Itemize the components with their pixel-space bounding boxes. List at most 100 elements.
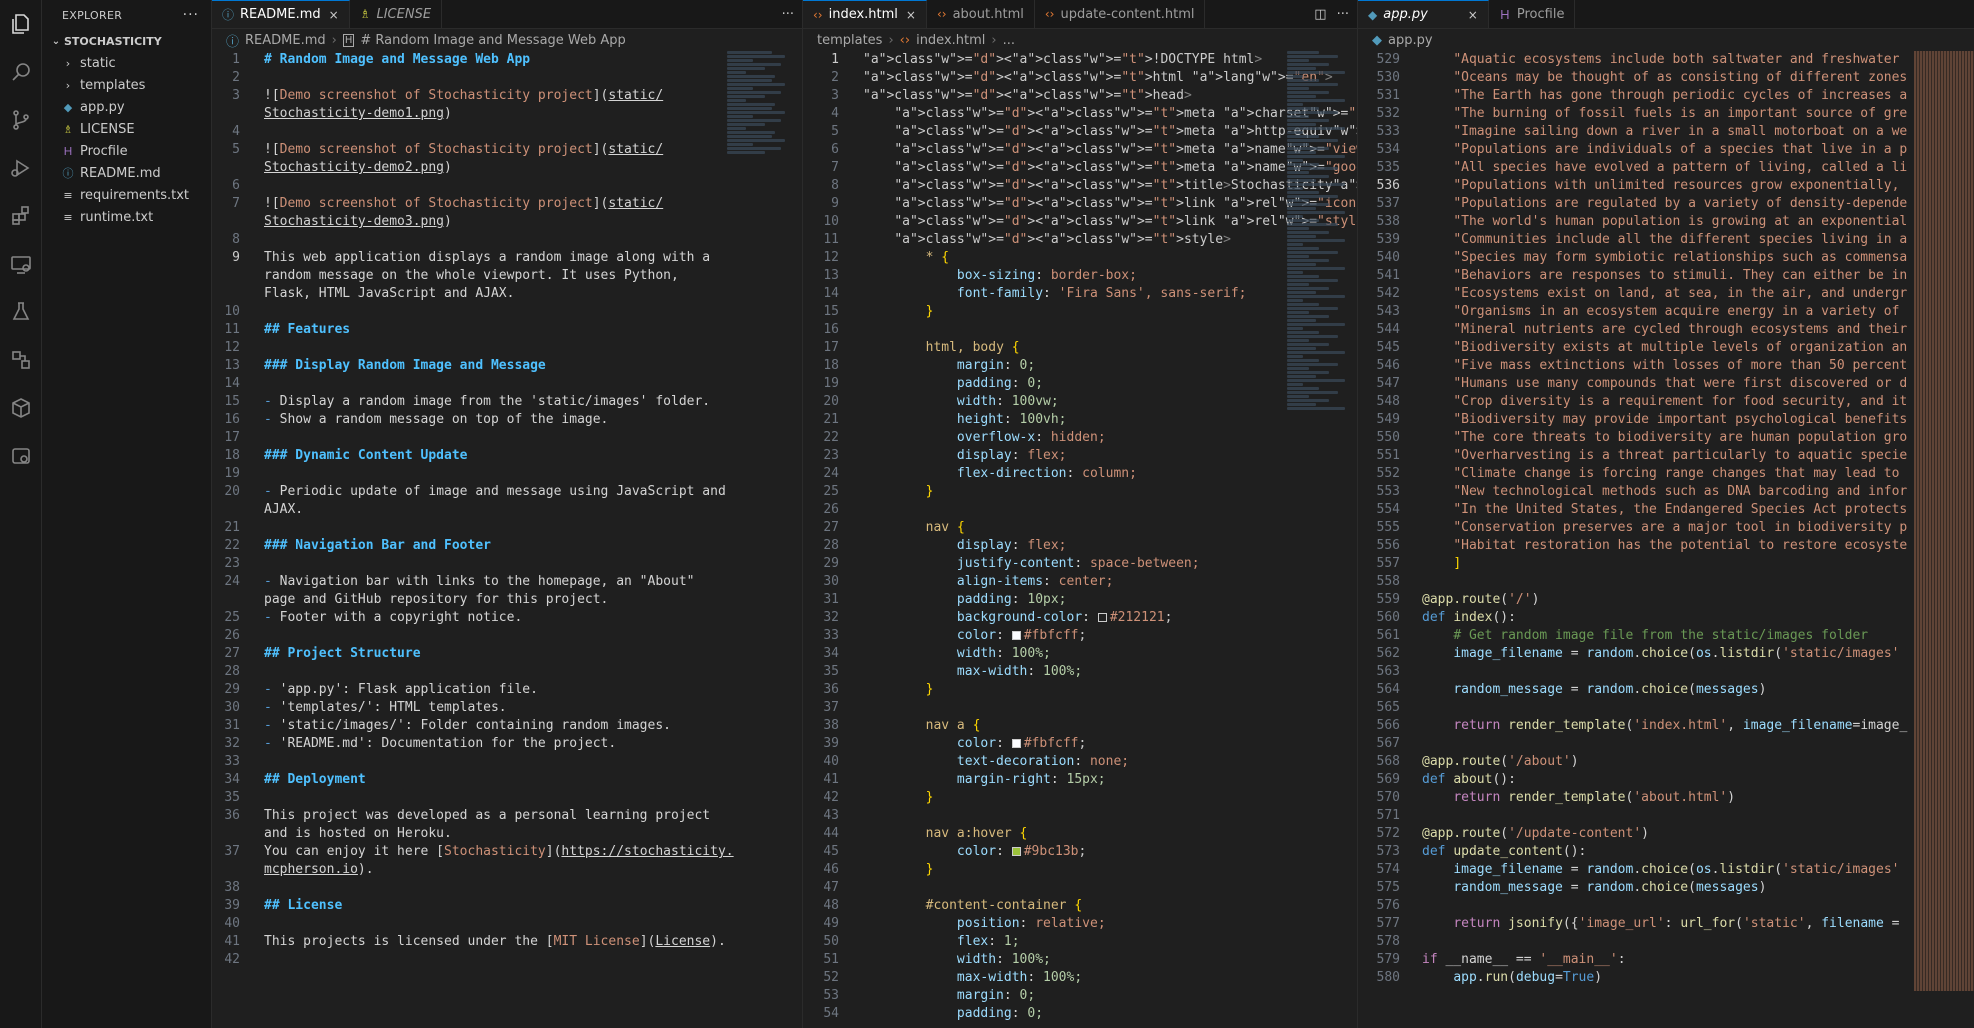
line-number: 50 [823, 934, 839, 949]
minimap-line [1287, 291, 1316, 294]
minimap[interactable] [1914, 51, 1974, 991]
line-number: 7 [831, 160, 839, 175]
color-swatch[interactable] [1011, 847, 1021, 856]
close-icon[interactable]: × [329, 8, 339, 22]
line-number: 7 [232, 196, 240, 211]
tab-license[interactable]: ♗ LICENSE [350, 0, 443, 28]
minimap-line [1287, 379, 1345, 382]
close-icon[interactable]: × [906, 8, 916, 22]
line-number: 37 [224, 844, 240, 859]
line-number: 553 [1376, 484, 1400, 499]
remote-explorer-icon[interactable] [0, 240, 42, 288]
code-line: "Populations are regulated by a variety … [1453, 196, 1908, 211]
line-number: 1 [831, 52, 839, 67]
tab-index-html[interactable]: ‹› index.html × [803, 0, 927, 28]
minimap-line [1287, 83, 1339, 86]
code-line: page and GitHub repository for this proj… [264, 592, 609, 607]
tab-readme[interactable]: ⓘ README.md × [212, 0, 350, 28]
editor-group-python: ◆ app.py × Ｈ Procfile ◆ app.py 529 "Aqua… [1358, 0, 1974, 1028]
code-line: Flask, HTML JavaScript and AJAX. [264, 286, 515, 301]
explorer-item[interactable]: ⓘ README.md [42, 162, 211, 184]
code-line: Stochasticity-demo3.png) [264, 214, 452, 229]
tab-procfile[interactable]: Ｈ Procfile [1489, 0, 1576, 28]
line-number: 32 [823, 610, 839, 625]
code-line: "Species may form symbiotic relationship… [1453, 250, 1908, 265]
line-number: 576 [1376, 898, 1400, 913]
color-swatch[interactable] [1011, 631, 1021, 640]
explorer-item[interactable]: ≡ runtime.txt [42, 206, 211, 228]
line-number: 570 [1376, 790, 1400, 805]
more-actions-icon[interactable]: ··· [183, 7, 199, 23]
code-line: padding: 10px; [956, 592, 1067, 607]
breadcrumb-file[interactable]: app.py [1388, 33, 1433, 48]
tab-app-py[interactable]: ◆ app.py × [1358, 0, 1489, 28]
explorer-item[interactable]: ◆ app.py [42, 96, 211, 118]
more-actions-icon[interactable]: ··· [782, 7, 794, 22]
source-control-icon[interactable] [0, 96, 42, 144]
explorer-item[interactable]: ♗ LICENSE [42, 118, 211, 140]
breadcrumb-separator: › [991, 32, 997, 48]
code-line: "Aquatic ecosystems include both saltwat… [1453, 52, 1900, 67]
explorer-item[interactable]: ≡ requirements.txt [42, 184, 211, 206]
tab-update-content-html[interactable]: ‹› update-content.html [1035, 0, 1206, 28]
search-icon[interactable] [0, 48, 42, 96]
line-number: 547 [1376, 376, 1400, 391]
line-number: 4 [232, 124, 240, 139]
code-line: ## License [264, 898, 343, 913]
minimap-line [1287, 307, 1339, 310]
line-number: 22 [823, 430, 839, 445]
workspace-root[interactable]: ⌄ STOCHASTICITY [42, 30, 211, 52]
breadcrumb-file[interactable]: index.html [916, 33, 985, 48]
minimap-line [1287, 147, 1329, 150]
code-line: You can enjoy it here [Stochasticity](ht… [264, 844, 734, 859]
color-swatch[interactable] [1097, 613, 1107, 622]
line-number: 536 [1376, 178, 1400, 193]
explorer-item[interactable]: › templates [42, 74, 211, 96]
license-icon: ♗ [359, 7, 371, 21]
extensions-icon[interactable] [0, 192, 42, 240]
run-debug-icon[interactable] [0, 144, 42, 192]
code-line: ### Navigation Bar and Footer [264, 538, 491, 553]
more-actions-icon[interactable]: ··· [1337, 7, 1349, 22]
code-line: "Overharvesting is a threat particularly… [1453, 448, 1908, 463]
breadcrumb-symbol[interactable]: # Random Image and Message Web App [360, 33, 625, 48]
tab-about-html[interactable]: ‹› about.html [927, 0, 1035, 28]
code-line: Stochasticity-demo2.png) [264, 160, 452, 175]
minimap-line [1287, 55, 1339, 58]
info-icon: ⓘ [62, 167, 74, 180]
explorer-item[interactable]: Ｈ Procfile [42, 140, 211, 162]
explorer-item[interactable]: › static [42, 52, 211, 74]
testing-icon[interactable] [0, 288, 42, 336]
close-icon[interactable]: × [1468, 8, 1478, 22]
accounts-icon[interactable] [0, 432, 42, 480]
minimap-line [1287, 59, 1310, 62]
code-line: background-color: #212121; [956, 610, 1173, 625]
code-line: ## Deployment [264, 772, 366, 787]
containers-icon[interactable] [0, 384, 42, 432]
code-line: } [925, 304, 934, 319]
line-number: 44 [823, 826, 839, 841]
code-line: "Organisms in an ecosystem acquire energ… [1453, 304, 1900, 319]
breadcrumb-symbol[interactable]: ... [1003, 33, 1015, 48]
color-swatch[interactable] [1011, 739, 1021, 748]
code-line: max-width: 100%; [956, 970, 1083, 985]
activity-bar [0, 0, 42, 1028]
pull-requests-icon[interactable] [0, 336, 42, 384]
line-number: 19 [224, 466, 240, 481]
line-number: 15 [224, 394, 240, 409]
minimap-line [727, 131, 775, 134]
line-number: 8 [232, 232, 240, 247]
line-number: 30 [823, 574, 839, 589]
line-number: 539 [1376, 232, 1400, 247]
split-editor-icon[interactable]: ◫ [1314, 7, 1326, 22]
minimap-line [1287, 175, 1329, 178]
breadcrumb-file[interactable]: README.md [245, 33, 326, 48]
minimap[interactable] [1287, 51, 1351, 511]
breadcrumb-folder[interactable]: templates [817, 33, 882, 48]
code-line: overflow-x: hidden; [956, 430, 1106, 445]
code-line: @app.route('/about') [1422, 754, 1579, 769]
explorer-icon[interactable] [0, 0, 42, 48]
code-line: image_filename = random.choice(os.listdi… [1453, 862, 1900, 877]
minimap[interactable] [727, 51, 791, 511]
minimap-line [1287, 115, 1310, 118]
